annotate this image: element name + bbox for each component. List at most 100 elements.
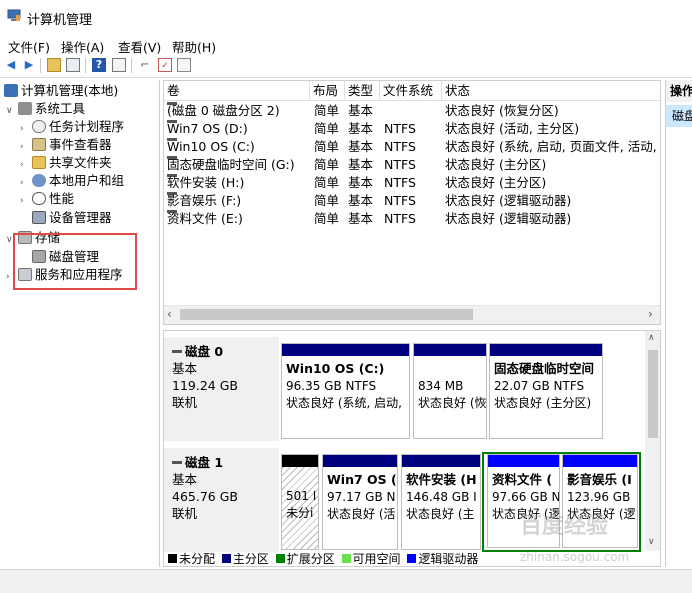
column-header-type[interactable]: 类型 [345, 81, 380, 101]
volume-filesystem: NTFS [384, 175, 416, 190]
watermark-text: 百度经验 [520, 514, 609, 539]
forward-arrow-icon[interactable]: ▶ [22, 58, 36, 72]
volume-name: 固态硬盘临时空间 (G:) [167, 157, 295, 172]
column-header-volume[interactable]: 卷 [164, 81, 310, 101]
partition-g[interactable]: 固态硬盘临时空间 22.07 GB NTFS 状态良好 (主分区) [489, 343, 603, 439]
volume-name: 软件安装 (H:) [167, 175, 245, 190]
table-row[interactable]: 资料文件 (E:) 简单 基本 NTFS 状态良好 (逻辑驱动器) [164, 210, 660, 227]
disk-icon [172, 350, 182, 353]
vertical-scroll-thumb[interactable] [648, 350, 658, 438]
volume-type: 基本 [348, 157, 374, 172]
computer-management-icon [4, 84, 18, 97]
scroll-left-icon[interactable]: ‹ [167, 307, 172, 321]
volume-name: 资料文件 (E:) [167, 211, 243, 226]
partition-h[interactable]: 软件安装 (H 146.48 GB I 状态良好 (主 [401, 454, 481, 550]
checklist-icon[interactable]: ✓ [158, 58, 172, 72]
table-row[interactable]: 固态硬盘临时空间 (G:) 简单 基本 NTFS 状态良好 (主分区) [164, 156, 660, 173]
primary-partition-bar [490, 344, 602, 356]
volume-layout: 简单 [314, 103, 340, 118]
disk-1-name: 磁盘 1 [185, 455, 224, 470]
toolbar-divider [85, 58, 86, 73]
legend-free: 可用空间 [352, 552, 401, 566]
disk-0-name-row: 磁盘 0 [172, 343, 279, 360]
highlight-annotation-box [13, 233, 137, 290]
properties-icon[interactable] [112, 58, 126, 72]
volume-status: 状态良好 (逻辑驱动器) [445, 193, 572, 208]
tree-label-task-scheduler: 任务计划程序 [49, 119, 125, 134]
volume-status: 状态良好 (逻辑驱动器) [445, 211, 572, 226]
volume-status: 状态良好 (恢复分区) [445, 103, 559, 118]
volume-filesystem: NTFS [384, 211, 416, 226]
scroll-right-icon[interactable]: › [648, 307, 653, 321]
status-bar [0, 569, 692, 593]
volume-status: 状态良好 (主分区) [445, 175, 547, 190]
primary-partition-bar [282, 344, 409, 356]
partition-unallocated[interactable]: 501 I 未分i [281, 454, 319, 550]
logical-drive-bar [563, 455, 637, 467]
disk-0-type: 基本 [172, 361, 198, 376]
help-icon[interactable]: ? [92, 58, 106, 72]
tree-label-local-users: 本地用户和组 [49, 173, 125, 188]
table-row[interactable]: Win7 OS (D:) 简单 基本 NTFS 状态良好 (活动, 主分区) [164, 120, 660, 137]
scroll-down-icon[interactable]: ∨ [648, 537, 655, 547]
tree-item-device-manager[interactable]: 设备管理器 [32, 209, 112, 227]
volume-layout: 简单 [314, 211, 340, 226]
tree-item-event-viewer[interactable]: › 事件查看器 [20, 136, 112, 154]
free-space-swatch [341, 554, 351, 563]
volume-type: 基本 [348, 121, 374, 136]
table-row[interactable]: Win10 OS (C:) 简单 基本 NTFS 状态良好 (系统, 启动, 页… [164, 138, 660, 155]
logical-drive-bar [488, 455, 559, 467]
horizontal-scroll-thumb[interactable] [180, 309, 473, 320]
volume-name: Win10 OS (C:) [167, 139, 255, 154]
primary-swatch [221, 554, 231, 563]
partition-d[interactable]: Win7 OS ( 97.17 GB N 状态良好 (活 [322, 454, 398, 550]
legend-unallocated: 未分配 [179, 552, 216, 566]
table-row[interactable]: 影音娱乐 (F:) 简单 基本 NTFS 状态良好 (逻辑驱动器) [164, 192, 660, 209]
users-icon [32, 174, 46, 187]
legend-extended: 扩展分区 [286, 552, 335, 566]
column-header-filesystem[interactable]: 文件系统 [380, 81, 442, 101]
volume-filesystem: NTFS [384, 157, 416, 172]
disk-1-type: 基本 [172, 472, 198, 487]
watermark-url: zhinan.sogou.com [520, 550, 630, 564]
computer-management-icon [7, 9, 21, 23]
tree-item-task-scheduler[interactable]: › 任务计划程序 [20, 118, 124, 136]
volume-type: 基本 [348, 103, 374, 118]
column-header-layout[interactable]: 布局 [310, 81, 345, 101]
actions-item-disk[interactable]: 磁盘 [666, 105, 692, 127]
shared-folder-icon [32, 156, 46, 169]
chevron-down-icon[interactable]: ∨ [6, 102, 18, 120]
table-row[interactable]: 软件安装 (H:) 简单 基本 NTFS 状态良好 (主分区) [164, 174, 660, 191]
legend: 未分配 主分区 扩展分区 可用空间 逻辑驱动器 [168, 552, 478, 566]
partition-c[interactable]: Win10 OS (C:) 96.35 GB NTFS 状态良好 (系统, 启动… [281, 343, 410, 439]
list-view-icon[interactable] [177, 58, 191, 72]
partition-title: Win7 OS ( [327, 472, 397, 487]
table-row[interactable]: (磁盘 0 磁盘分区 2) 简单 基本 状态良好 (恢复分区) [164, 102, 660, 119]
volume-status: 状态良好 (主分区) [445, 157, 547, 172]
tree-item-system-tools[interactable]: ∨ 系统工具 [6, 100, 85, 118]
chevron-right-icon[interactable]: › [20, 192, 32, 210]
tree-item-local-users[interactable]: › 本地用户和组 [20, 172, 124, 190]
partition-size: 501 I [286, 489, 317, 503]
show-hide-tree-icon[interactable] [66, 58, 80, 72]
disk-1-label[interactable]: 磁盘 1 基本 465.76 GB 联机 [164, 448, 279, 552]
partition-recovery[interactable]: 834 MB 状态良好 (恢 [413, 343, 487, 439]
scroll-up-icon[interactable]: ∧ [648, 333, 655, 343]
column-header-status[interactable]: 状态 [442, 81, 660, 101]
disk-0-label[interactable]: 磁盘 0 基本 119.24 GB 联机 [164, 337, 279, 441]
up-folder-icon[interactable] [47, 58, 61, 72]
partition-size: 97.17 GB N [327, 490, 396, 504]
partition-title: 软件安装 (H [406, 472, 477, 487]
tree-label-root: 计算机管理(本地) [21, 83, 119, 98]
partition-size: 96.35 GB NTFS [286, 379, 377, 393]
back-arrow-icon[interactable]: ◀ [4, 58, 18, 72]
partition-title: 影音娱乐 (I [567, 472, 632, 487]
logical-swatch [407, 554, 417, 563]
disk-0-name: 磁盘 0 [185, 344, 224, 359]
watermark-logo: 百度经验 [520, 508, 608, 540]
toolbar-divider [40, 58, 41, 73]
tree-item-shared-folders[interactable]: › 共享文件夹 [20, 154, 112, 172]
connect-icon[interactable]: ⌐ [138, 58, 152, 72]
tree-item-root[interactable]: 计算机管理(本地) [4, 82, 118, 100]
tree-item-performance[interactable]: › 性能 [20, 190, 74, 208]
